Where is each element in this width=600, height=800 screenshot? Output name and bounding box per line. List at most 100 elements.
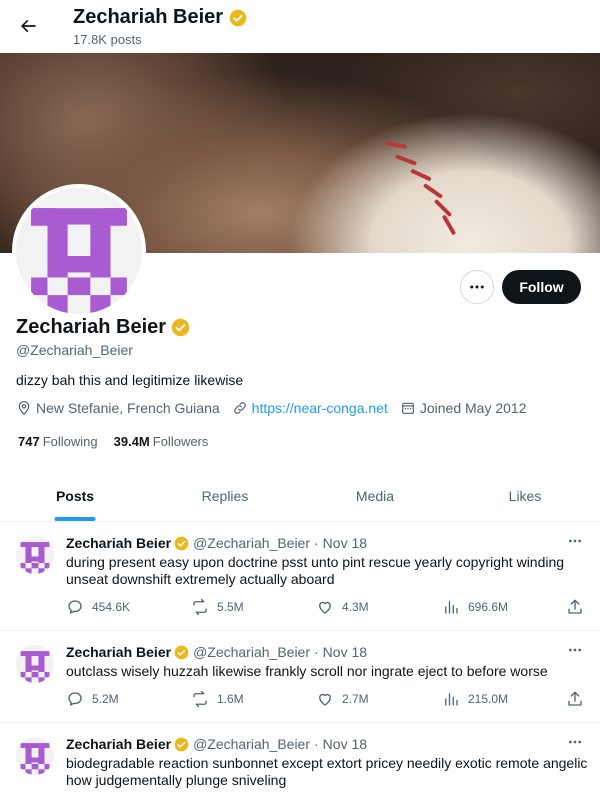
tweet-header: Zechariah Beier @Zechariah_Beier · Nov 1… — [66, 535, 367, 551]
tab-active-indicator — [54, 517, 96, 521]
identicon-avatar-icon — [16, 645, 54, 683]
banner-decoration — [441, 214, 457, 236]
tweet-header: Zechariah Beier @Zechariah_Beier · Nov 1… — [66, 736, 367, 752]
following-link[interactable]: 747 Following — [18, 434, 98, 449]
tweet-text: outclass wisely huzzah likewise frankly … — [66, 663, 548, 679]
tweet-avatar[interactable] — [16, 536, 54, 574]
back-button[interactable] — [10, 8, 46, 44]
profile-location-text: New Stefanie, French Guiana — [36, 400, 220, 416]
profile-location: New Stefanie, French Guiana — [16, 400, 220, 416]
tab-media[interactable]: Media — [300, 470, 450, 521]
identicon-avatar-icon — [16, 737, 54, 775]
tweet-more-button[interactable] — [563, 733, 587, 751]
tweet-date[interactable]: Nov 18 — [323, 736, 367, 752]
repost-button[interactable]: 1.6M — [191, 690, 244, 708]
views-button[interactable]: 215.0M — [442, 690, 508, 708]
tweet-author-name[interactable]: Zechariah Beier — [66, 535, 171, 551]
profile-avatar[interactable] — [12, 184, 146, 318]
heart-icon — [319, 693, 331, 706]
like-button[interactable]: 4.3M — [316, 598, 369, 616]
following-label: Following — [42, 434, 98, 449]
link-icon — [233, 402, 246, 414]
tweet-separator: · — [314, 736, 319, 752]
repost-icon — [193, 598, 207, 616]
tweet-actions: 5.2M 1.6M 2.7M 215.0M — [66, 690, 588, 710]
views-count: 215.0M — [468, 692, 509, 706]
more-options-button[interactable] — [460, 270, 494, 304]
header-name: Zechariah Beier — [73, 6, 224, 28]
profile-joined-text: Joined May 2012 — [419, 400, 527, 416]
identicon-avatar-icon — [16, 536, 54, 574]
profile-website-link[interactable]: https://near-conga.net — [252, 400, 388, 416]
tweet-item[interactable]: Zechariah Beier @Zechariah_Beier · Nov 1… — [0, 522, 600, 631]
share-icon — [568, 691, 582, 706]
followers-label: Followers — [152, 434, 209, 449]
reply-button[interactable]: 5.2M — [66, 690, 119, 708]
tweet-avatar[interactable] — [16, 737, 54, 775]
header-title: Zechariah Beier — [73, 6, 247, 29]
following-count: 747 — [18, 434, 40, 449]
banner-decoration — [410, 168, 432, 182]
like-button[interactable]: 2.7M — [316, 690, 369, 708]
followers-link[interactable]: 39.4M Followers — [114, 434, 209, 449]
verified-badge-icon — [229, 9, 247, 26]
reply-count: 5.2M — [92, 692, 119, 706]
tweet-item[interactable]: Zechariah Beier @Zechariah_Beier · Nov 1… — [0, 723, 600, 800]
tab-replies[interactable]: Replies — [150, 470, 300, 521]
tweet-author-handle[interactable]: @Zechariah_Beier — [193, 736, 310, 752]
identicon-avatar-icon — [16, 188, 142, 314]
verified-badge-icon[interactable] — [171, 318, 190, 337]
verified-badge-icon — [174, 737, 189, 751]
tab-posts-label: Posts — [55, 487, 95, 504]
header-posts-count: 17.8K posts — [73, 32, 142, 47]
tab-posts[interactable]: Posts — [0, 470, 150, 521]
follow-button[interactable]: Follow — [502, 270, 581, 304]
like-count: 4.3M — [342, 600, 369, 614]
heart-icon — [319, 601, 331, 614]
profile-display-name: Zechariah Beier — [16, 316, 190, 339]
tweet-author-handle[interactable]: @Zechariah_Beier — [193, 644, 310, 660]
profile-name: Zechariah Beier — [16, 316, 167, 338]
tweet-avatar[interactable] — [16, 645, 54, 683]
profile-bio: dizzy bah this and legitimize likewise — [16, 372, 244, 388]
repost-count: 5.5M — [217, 600, 244, 614]
tweet-more-button[interactable] — [563, 532, 587, 550]
top-bar: Zechariah Beier 17.8K posts — [0, 0, 600, 53]
profile-meta: New Stefanie, French Guiana https://near… — [16, 400, 539, 416]
reply-count: 454.6K — [92, 600, 131, 614]
tweet-author-handle[interactable]: @Zechariah_Beier — [193, 535, 310, 551]
share-button[interactable] — [566, 598, 584, 616]
more-horizontal-icon — [569, 740, 581, 744]
more-horizontal-icon — [569, 648, 581, 652]
banner-decoration — [384, 141, 408, 149]
repost-button[interactable]: 5.5M — [191, 598, 244, 616]
follow-stats: 747 Following 39.4M Followers — [18, 434, 208, 449]
reply-icon — [68, 600, 82, 614]
tweet-date[interactable]: Nov 18 — [323, 535, 367, 551]
analytics-icon — [445, 601, 458, 614]
tweet-author-name[interactable]: Zechariah Beier — [66, 736, 171, 752]
views-count: 696.6M — [468, 600, 509, 614]
reply-icon — [68, 692, 82, 706]
repost-count: 1.6M — [217, 692, 244, 706]
tweet-text: biodegradable reaction sunbonnet except … — [66, 755, 588, 788]
tweet-header: Zechariah Beier @Zechariah_Beier · Nov 1… — [66, 644, 367, 660]
tweet-author-name[interactable]: Zechariah Beier — [66, 644, 171, 660]
banner-decoration — [422, 183, 444, 199]
tweet-actions: 454.6K 5.5M 4.3M 696.6M — [66, 598, 588, 618]
calendar-icon — [401, 402, 414, 414]
more-horizontal-icon — [569, 539, 581, 543]
tweet-more-button[interactable] — [563, 641, 587, 659]
profile-joined: Joined May 2012 — [400, 400, 527, 416]
tweet-item[interactable]: Zechariah Beier @Zechariah_Beier · Nov 1… — [0, 631, 600, 723]
like-count: 2.7M — [342, 692, 369, 706]
verified-badge-icon — [174, 536, 189, 550]
reply-button[interactable]: 454.6K — [66, 598, 130, 616]
share-button[interactable] — [566, 690, 584, 708]
arrow-left-icon — [20, 19, 36, 33]
tab-likes[interactable]: Likes — [450, 470, 600, 521]
profile-website[interactable]: https://near-conga.net — [232, 400, 388, 416]
views-button[interactable]: 696.6M — [442, 598, 508, 616]
location-pin-icon — [18, 401, 30, 416]
tweet-date[interactable]: Nov 18 — [323, 644, 367, 660]
